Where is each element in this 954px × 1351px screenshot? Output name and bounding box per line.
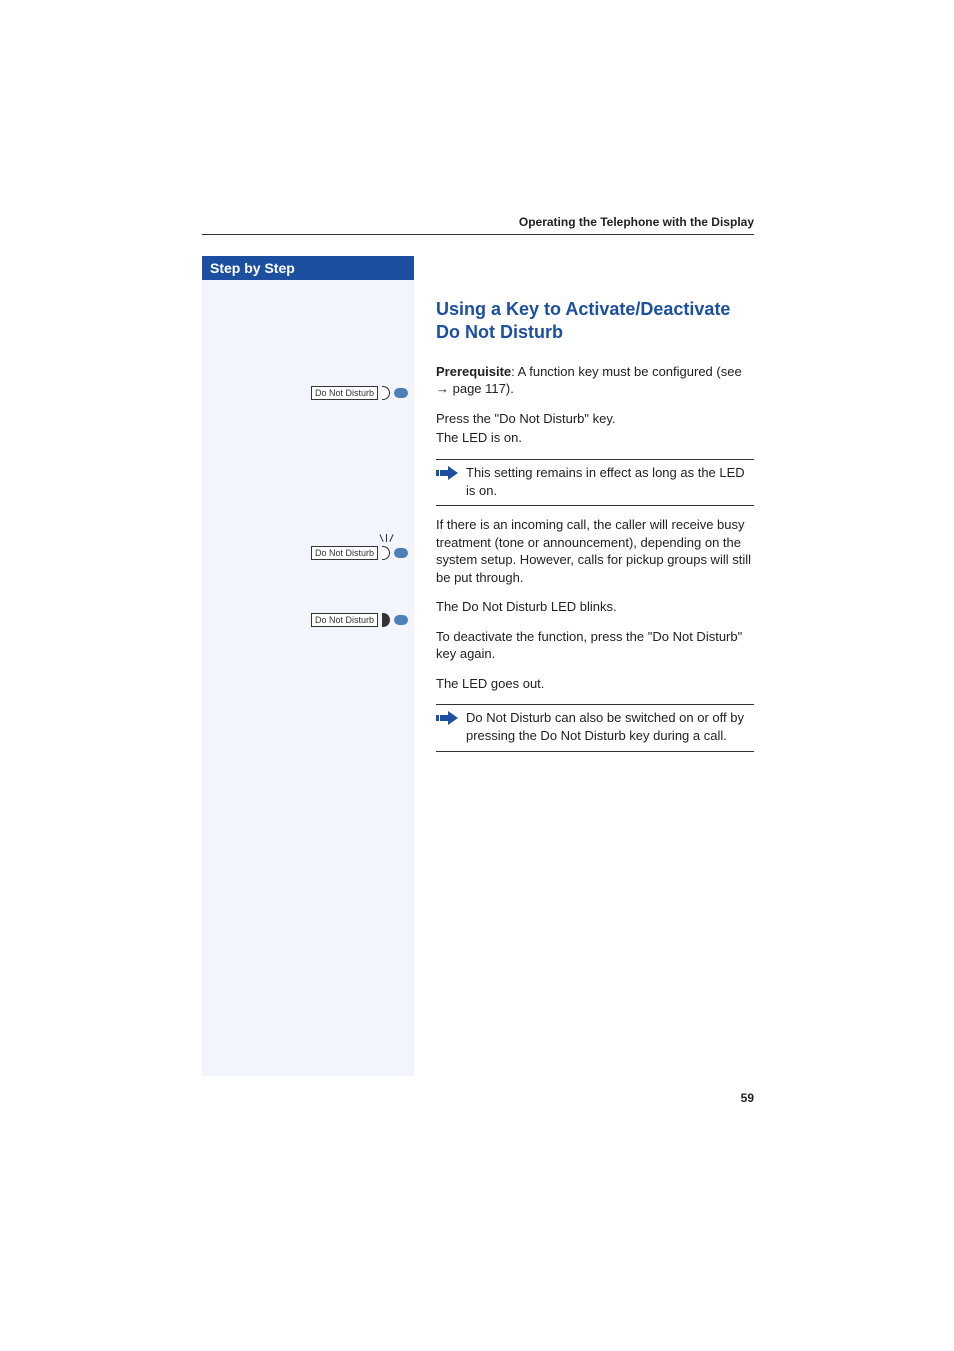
note-text: This setting remains in effect as long a… [466, 464, 754, 499]
note-arrow-icon [436, 466, 458, 480]
main-content: Using a Key to Activate/Deactivate Do No… [436, 298, 754, 762]
led-out-line: The LED goes out. [436, 675, 754, 693]
led-on-line: The LED is on. [436, 429, 754, 447]
prerequisite-line: Prerequisite: A function key must be con… [436, 363, 754, 398]
led-icon [394, 548, 408, 558]
sidebar-title: Step by Step [202, 256, 414, 280]
key-label: Do Not Disturb [311, 613, 378, 627]
led-icon [394, 615, 408, 625]
key-label: Do Not Disturb [311, 546, 378, 560]
note-text: Do Not Disturb can also be switched on o… [466, 709, 754, 744]
prerequisite-label: Prerequisite [436, 364, 511, 379]
key-button-icon [382, 613, 390, 627]
sidebar: Step by Step Do Not Disturb Do Not Distu… [202, 256, 414, 1076]
key-button-icon [382, 546, 390, 560]
page-number: 59 [741, 1091, 754, 1105]
function-key-dnd-3: Do Not Disturb [311, 613, 408, 627]
function-key-dnd-2: Do Not Disturb [311, 546, 408, 560]
page: Operating the Telephone with the Display… [0, 0, 954, 1351]
function-key-dnd-1: Do Not Disturb [311, 386, 408, 400]
deactivate-line: To deactivate the function, press the "D… [436, 628, 754, 663]
press-key-line: Press the "Do Not Disturb" key. [436, 410, 754, 428]
key-button-icon [382, 386, 390, 400]
arrow-icon: → [436, 381, 449, 396]
section-heading: Using a Key to Activate/Deactivate Do No… [436, 298, 754, 345]
busy-paragraph: If there is an incoming call, the caller… [436, 516, 754, 586]
blink-icon [378, 534, 396, 544]
led-icon [394, 388, 408, 398]
note-box-2: Do Not Disturb can also be switched on o… [436, 704, 754, 751]
note-arrow-icon [436, 711, 458, 725]
note-box-1: This setting remains in effect as long a… [436, 459, 754, 506]
header-rule [202, 234, 754, 235]
led-blinks-line: The Do Not Disturb LED blinks. [436, 598, 754, 616]
prerequisite-text: : A function key must be configured (see [511, 364, 742, 379]
running-head: Operating the Telephone with the Display [519, 215, 754, 229]
key-label: Do Not Disturb [311, 386, 378, 400]
prerequisite-page: page 117). [449, 381, 514, 396]
